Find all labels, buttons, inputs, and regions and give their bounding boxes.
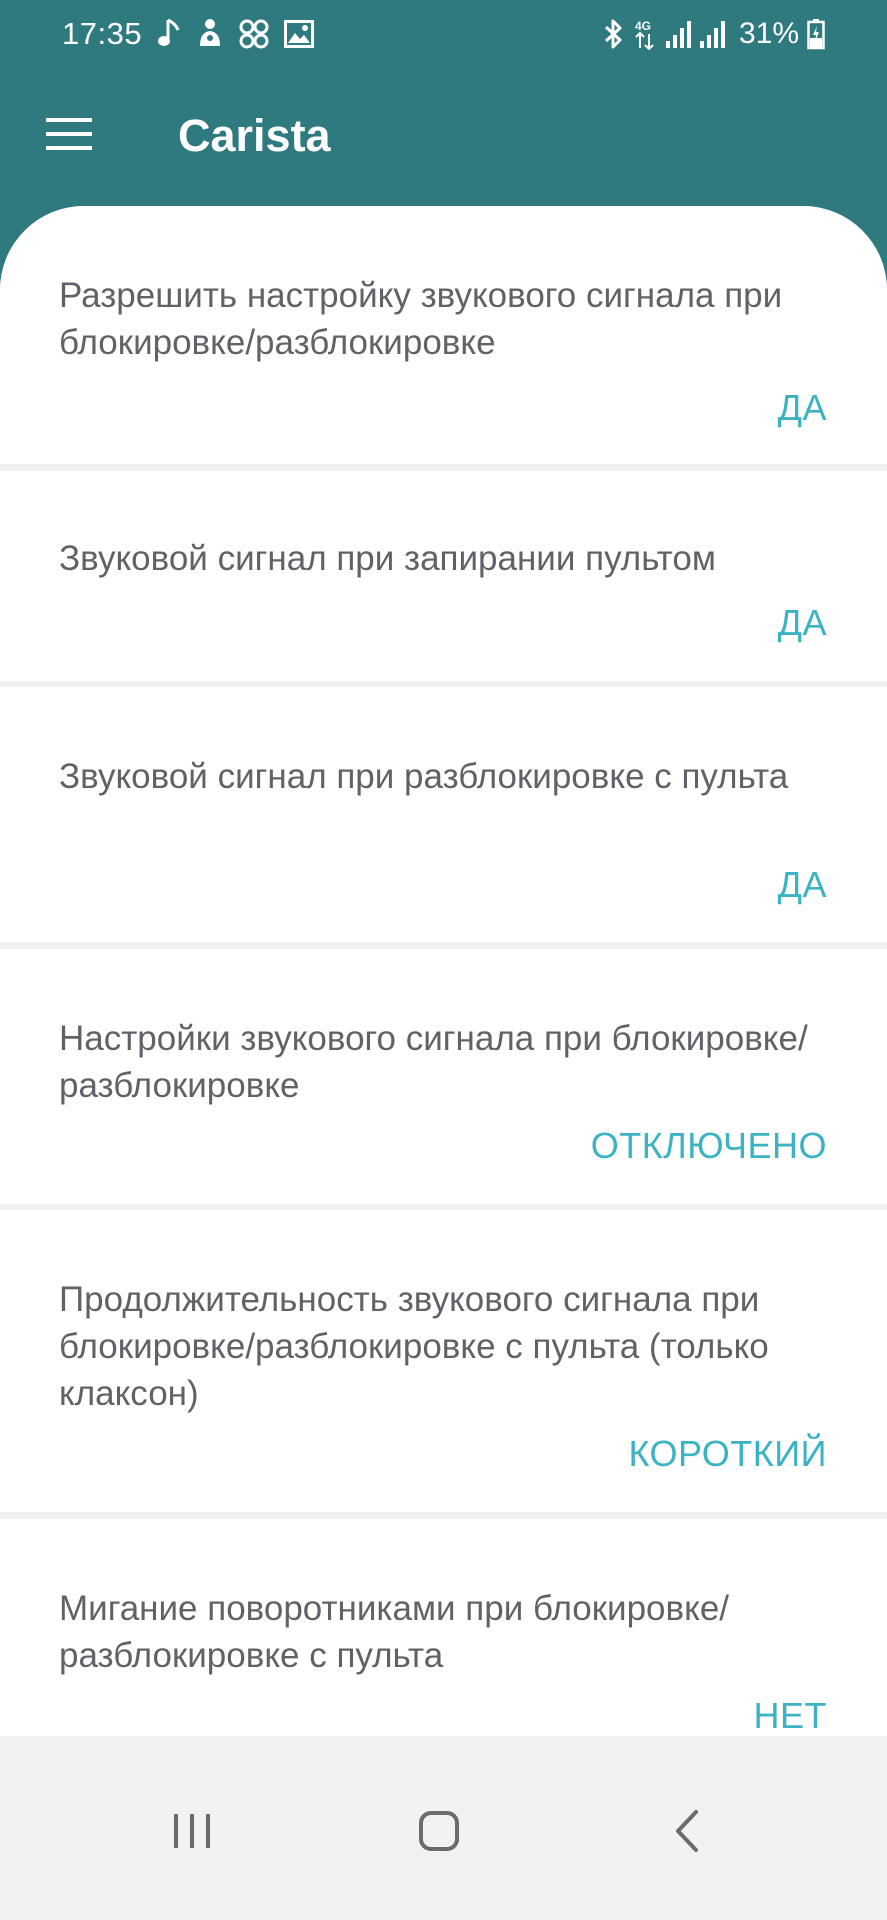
setting-row-horn-on-lock[interactable]: Звуковой сигнал при запирании пультом ДА — [0, 471, 887, 681]
setting-value: КОРОТКИЙ — [628, 1433, 827, 1474]
setting-row-horn-duration[interactable]: Продолжительность звукового сигнала при … — [0, 1210, 887, 1512]
app-bar: Carista — [0, 70, 887, 206]
status-time: 17:35 — [62, 16, 143, 51]
setting-value: ДА — [777, 864, 827, 905]
setting-title: Звуковой сигнал при разблокировке с пуль… — [59, 757, 789, 796]
setting-value: ДА — [777, 602, 827, 643]
home-icon[interactable] — [404, 1796, 474, 1866]
notification-icon — [196, 18, 224, 50]
back-icon[interactable] — [652, 1796, 722, 1866]
setting-title: Мигание поворотниками при блокировке/раз… — [59, 1589, 730, 1675]
status-left-icons — [158, 18, 314, 50]
system-nav-bar — [0, 1736, 887, 1920]
setting-row-horn-on-unlock[interactable]: Звуковой сигнал при разблокировке с пуль… — [0, 687, 887, 942]
setting-value: НЕТ — [753, 1695, 827, 1736]
hamburger-menu-icon[interactable] — [46, 116, 92, 152]
pinwheel-icon — [238, 18, 270, 50]
music-note-icon — [158, 18, 182, 50]
setting-value: ДА — [777, 387, 827, 428]
battery-percent: 31% — [738, 17, 799, 50]
image-icon — [284, 20, 314, 48]
setting-title: Настройки звукового сигнала при блокиров… — [59, 1019, 808, 1105]
svg-text:4G: 4G — [635, 19, 651, 33]
signal-icon — [699, 19, 725, 49]
signal-icon — [665, 19, 691, 49]
bluetooth-icon — [603, 18, 625, 50]
setting-title: Продолжительность звукового сигнала при … — [59, 1280, 769, 1413]
recents-icon[interactable] — [157, 1796, 227, 1866]
data-4g-icon: 4G — [633, 18, 657, 50]
setting-row-horn-settings[interactable]: Настройки звукового сигнала при блокиров… — [0, 949, 887, 1204]
status-right-icons: 4G 31% — [603, 16, 825, 52]
settings-list: Разрешить настройку звукового сигнала пр… — [0, 206, 887, 1736]
app-title: Carista — [178, 110, 331, 161]
setting-title: Разрешить настройку звукового сигнала пр… — [59, 276, 783, 362]
setting-value: ОТКЛЮЧЕНО — [590, 1125, 827, 1166]
setting-row-allow-horn-config[interactable]: Разрешить настройку звукового сигнала пр… — [0, 206, 887, 464]
setting-title: Звуковой сигнал при запирании пультом — [59, 539, 716, 578]
setting-row-turn-signal-flash[interactable]: Мигание поворотниками при блокировке/раз… — [0, 1519, 887, 1736]
status-bar: 17:35 4G 31% — [0, 0, 887, 70]
battery-charging-icon — [807, 18, 825, 50]
